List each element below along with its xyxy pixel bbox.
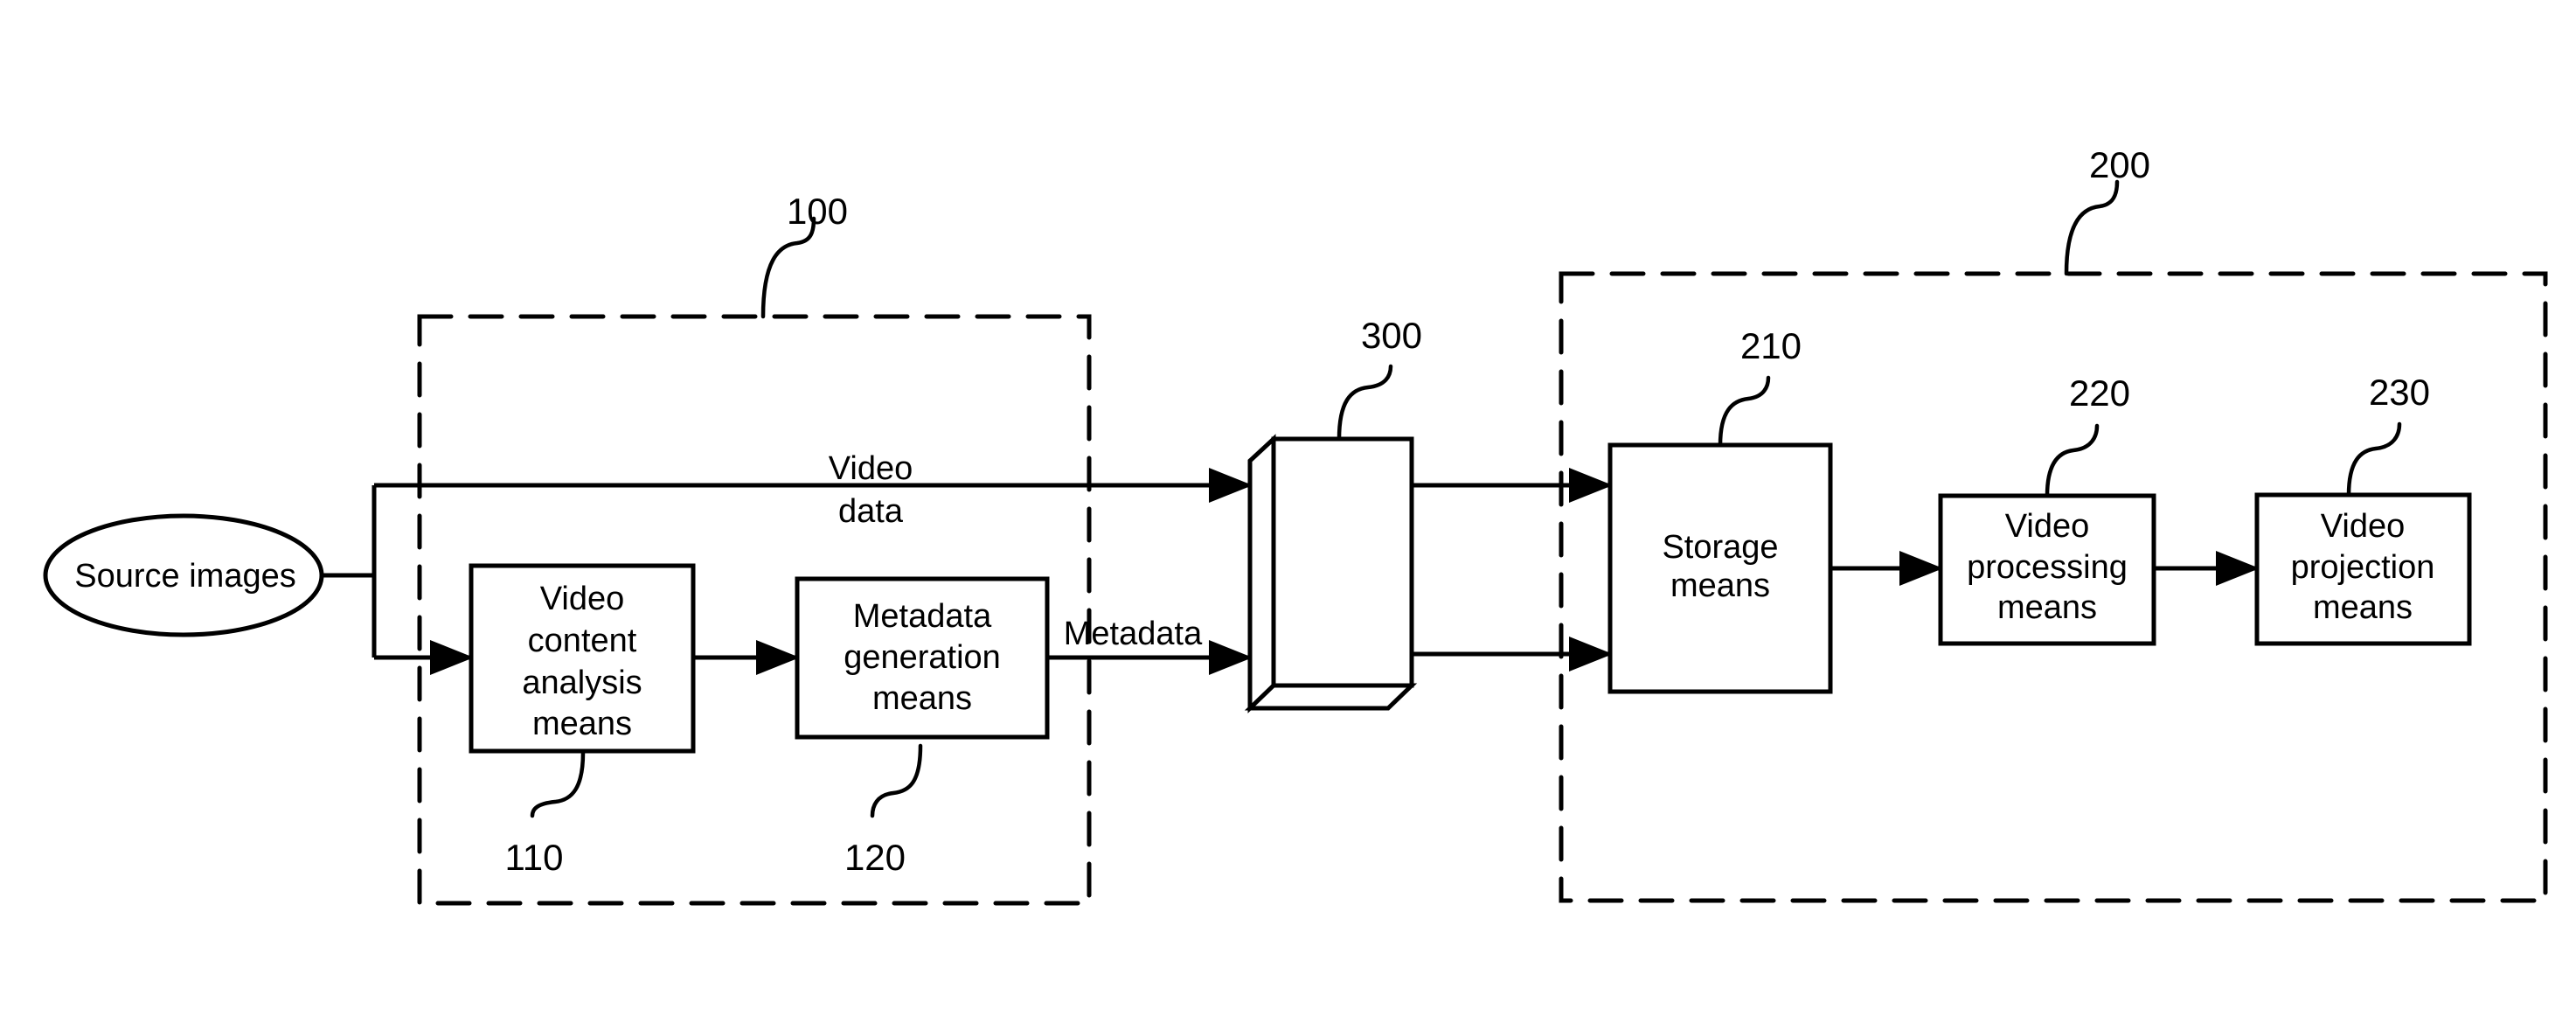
block-120-line-2: generation — [844, 639, 1001, 676]
block-220-line-3: means — [1997, 589, 2097, 626]
video-projection-block[interactable]: Video projection means — [2254, 492, 2472, 646]
block-230-line-1: Video — [2321, 508, 2406, 545]
group-100-ref: 100 — [787, 191, 848, 232]
block-110-ref: 110 — [505, 837, 564, 878]
block-220-leader — [2045, 423, 2100, 498]
video-processing-block[interactable]: Video processing means — [1938, 493, 2156, 646]
block-120-leader — [870, 743, 923, 818]
storage-medium-ref: 300 — [1361, 315, 1422, 356]
block-110-line-3: analysis — [522, 665, 642, 701]
block-110-line-1: Video — [540, 581, 625, 617]
block-220-ref: 220 — [2069, 372, 2130, 414]
block-120-ref: 120 — [844, 837, 906, 878]
block-diagram: 100 200 Source images Video data Video c… — [43, 144, 2548, 906]
video-data-label-line1: Video — [829, 450, 913, 487]
block-110-line-4: means — [532, 706, 632, 742]
metadata-label: Metadata — [1064, 616, 1203, 652]
group-100-leader — [760, 216, 816, 319]
video-data-label-line2: data — [838, 493, 904, 530]
video-content-analysis-block[interactable]: Video content analysis means — [469, 563, 696, 754]
block-230-line-2: projection — [2291, 549, 2435, 586]
block-120-line-1: Metadata — [853, 598, 992, 635]
metadata-generation-block[interactable]: Metadata generation means — [795, 576, 1050, 740]
storage-medium-300[interactable] — [1244, 434, 1418, 713]
block-230-line-3: means — [2313, 589, 2413, 626]
block-210-line-1: Storage — [1662, 529, 1778, 566]
group-200-leader — [2064, 179, 2120, 276]
block-210-ref: 210 — [1740, 325, 1802, 366]
block-230-leader — [2346, 421, 2402, 498]
source-images-node[interactable]: Source images — [43, 513, 324, 637]
block-110-line-2: content — [528, 623, 637, 659]
block-230-ref: 230 — [2369, 372, 2430, 413]
block-120-line-3: means — [872, 680, 972, 717]
block-220-line-1: Video — [2005, 508, 2090, 545]
block-110-leader — [530, 750, 586, 818]
block-210-leader — [1718, 375, 1771, 448]
block-220-line-2: processing — [1967, 549, 2128, 586]
group-200-ref: 200 — [2089, 144, 2150, 185]
storage-medium-leader — [1337, 364, 1393, 442]
block-210-line-2: means — [1670, 567, 1770, 604]
source-images-label: Source images — [74, 558, 295, 595]
storage-means-block[interactable]: Storage means — [1607, 442, 1833, 694]
